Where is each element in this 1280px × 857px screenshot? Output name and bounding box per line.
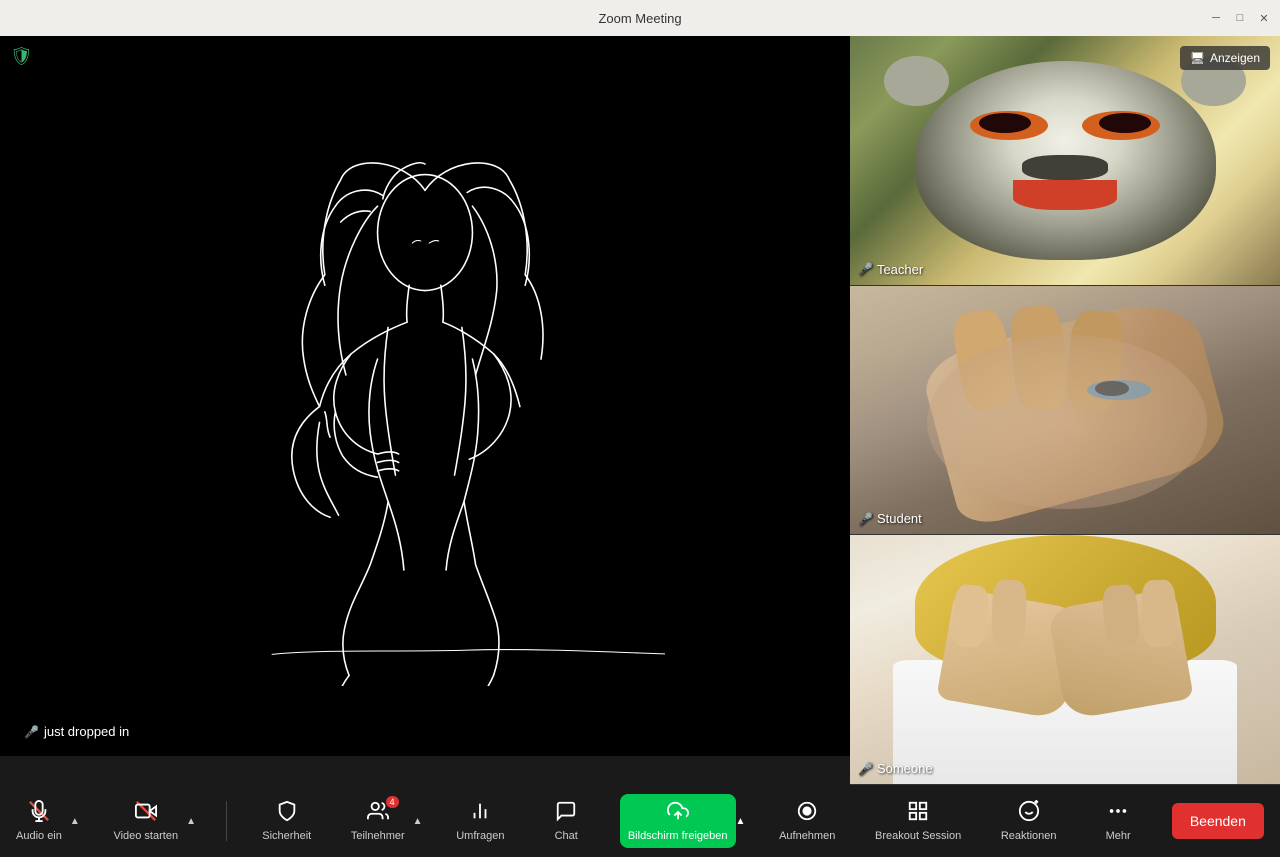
security-button[interactable]: Sicherheit <box>254 794 319 848</box>
anzeigen-label: Anzeigen <box>1210 51 1260 65</box>
polls-label: Umfragen <box>456 830 504 842</box>
student-label: 🎤 Student <box>858 511 922 526</box>
chat-icon <box>555 800 577 826</box>
art-figure <box>185 106 665 686</box>
audio-label: Audio ein <box>16 830 62 842</box>
someone-label: 🎤 Someone <box>858 761 933 776</box>
share-control: Bildschirm freigeben ▲ <box>620 794 748 848</box>
main-video-content <box>0 36 850 756</box>
someone-name: Someone <box>877 761 933 776</box>
monitor-icon: 🖥 <box>1190 51 1205 65</box>
more-icon <box>1107 800 1129 826</box>
audio-arrow[interactable]: ▲ <box>68 814 82 829</box>
reactions-icon <box>1018 800 1040 826</box>
breakout-icon <box>907 800 929 826</box>
participants-control: 4 Teilnehmer ▲ <box>343 794 425 848</box>
reactions-label: Reaktionen <box>1001 830 1057 842</box>
teacher-mic-icon: 🎤 <box>858 262 873 276</box>
security-label: Sicherheit <box>262 830 311 842</box>
video-arrow[interactable]: ▲ <box>184 814 198 829</box>
participants-button[interactable]: 4 Teilnehmer <box>343 794 413 848</box>
audio-icon <box>28 800 50 826</box>
share-icon <box>666 800 690 826</box>
record-button[interactable]: Aufnehmen <box>771 794 843 848</box>
chat-label: Chat <box>555 830 578 842</box>
participants-label: Teilnehmer <box>351 830 405 842</box>
window-controls: ─ □ ✕ <box>1208 10 1272 26</box>
side-panel: 🎤 Teacher 🎤 Student <box>850 36 1280 785</box>
security-icon <box>276 800 298 826</box>
security-badge: 🛡 <box>10 46 33 67</box>
separator-1 <box>226 801 227 841</box>
main-video-mic-icon: 🎤 <box>24 725 39 739</box>
anzeigen-button[interactable]: 🖥 Anzeigen <box>1180 46 1270 70</box>
minimize-button[interactable]: ─ <box>1208 10 1224 26</box>
more-button[interactable]: Mehr <box>1088 794 1148 848</box>
breakout-label: Breakout Session <box>875 830 961 842</box>
toolbar: Audio ein ▲ Video starten ▲ Sicherheit <box>0 785 1280 857</box>
breakout-button[interactable]: Breakout Session <box>867 794 969 848</box>
polls-icon <box>469 800 491 826</box>
student-name: Student <box>877 511 922 526</box>
video-button[interactable]: Video starten <box>105 794 186 848</box>
window-title: Zoom Meeting <box>598 11 681 26</box>
someone-mic-icon: 🎤 <box>858 762 873 776</box>
more-label: Mehr <box>1106 830 1131 842</box>
participants-badge: 4 <box>386 796 399 808</box>
main-video-panel: 🎤 just dropped in <box>0 36 850 756</box>
video-label: Video starten <box>113 830 178 842</box>
main-video-label: 🎤 just dropped in <box>14 721 139 742</box>
participant-tile-student: 🎤 Student <box>850 286 1280 536</box>
audio-control: Audio ein ▲ <box>8 794 82 848</box>
teacher-name: Teacher <box>877 262 923 277</box>
video-icon <box>135 800 157 826</box>
share-label: Bildschirm freigeben <box>628 830 728 842</box>
polls-button[interactable]: Umfragen <box>448 794 512 848</box>
title-bar: Zoom Meeting ─ □ ✕ <box>0 0 1280 36</box>
record-icon <box>796 800 818 826</box>
teacher-label: 🎤 Teacher <box>858 262 923 277</box>
close-button[interactable]: ✕ <box>1256 10 1272 26</box>
chat-button[interactable]: Chat <box>536 794 596 848</box>
record-label: Aufnehmen <box>779 830 835 842</box>
audio-button[interactable]: Audio ein <box>8 794 70 848</box>
main-content: 🛡 🖥 Anzeigen <box>0 36 1280 785</box>
main-video-name: just dropped in <box>44 724 129 739</box>
participant-tile-someone: 🎤 Someone <box>850 535 1280 785</box>
video-control: Video starten ▲ <box>105 794 198 848</box>
end-button[interactable]: Beenden <box>1172 803 1264 839</box>
share-arrow[interactable]: ▲ <box>734 814 748 829</box>
student-mic-icon: 🎤 <box>858 512 873 526</box>
participants-arrow[interactable]: ▲ <box>411 814 425 829</box>
restore-button[interactable]: □ <box>1232 10 1248 26</box>
reactions-button[interactable]: Reaktionen <box>993 794 1065 848</box>
participant-tile-teacher: 🎤 Teacher <box>850 36 1280 286</box>
share-button[interactable]: Bildschirm freigeben <box>620 794 736 848</box>
